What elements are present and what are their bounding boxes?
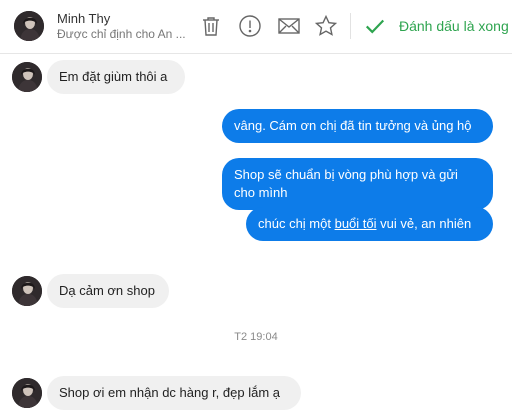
envelope-icon: [278, 18, 300, 34]
header-divider: [350, 13, 351, 39]
sender-avatar[interactable]: [12, 276, 42, 306]
message-link[interactable]: buổi tối: [335, 216, 377, 231]
star-icon: [314, 14, 338, 36]
sender-avatar[interactable]: [12, 62, 42, 92]
message-text: vui vẻ, an nhiên: [376, 216, 472, 231]
message-text: chúc chị một: [258, 216, 335, 231]
message-timestamp: T2 19:04: [234, 331, 278, 343]
mark-done-label: Đánh dấu là xong: [399, 18, 509, 34]
conversation-header: Minh Thy Được chỉ định cho An ... Đánh d…: [0, 0, 512, 54]
alert-circle-icon: [239, 15, 261, 37]
outgoing-message[interactable]: vâng. Cám ơn chị đã tin tưởng và ủng hộ: [222, 109, 493, 143]
star-button[interactable]: [313, 13, 339, 39]
trash-icon: [203, 17, 219, 36]
delete-button[interactable]: [198, 13, 224, 39]
sender-avatar[interactable]: [12, 378, 42, 408]
assigned-to-label[interactable]: Được chỉ định cho An ...: [57, 27, 193, 41]
contact-avatar[interactable]: [14, 11, 44, 41]
incoming-message[interactable]: Dạ cảm ơn shop: [47, 274, 169, 308]
outgoing-message[interactable]: Shop sẽ chuẩn bị vòng phù hợp và gửi cho…: [222, 158, 493, 210]
incoming-message[interactable]: Em đặt giùm thôi a: [47, 60, 185, 94]
incoming-message[interactable]: Shop ơi em nhận dc hàng r, đẹp lắm ạ: [47, 376, 301, 410]
outgoing-message[interactable]: chúc chị một buổi tối vui vẻ, an nhiên: [246, 207, 493, 241]
spam-button[interactable]: [237, 13, 263, 39]
checkmark-icon: [365, 19, 385, 34]
mail-button[interactable]: [276, 13, 302, 39]
contact-name[interactable]: Minh Thy: [57, 11, 110, 26]
mark-done-button[interactable]: Đánh dấu là xong: [364, 13, 509, 39]
